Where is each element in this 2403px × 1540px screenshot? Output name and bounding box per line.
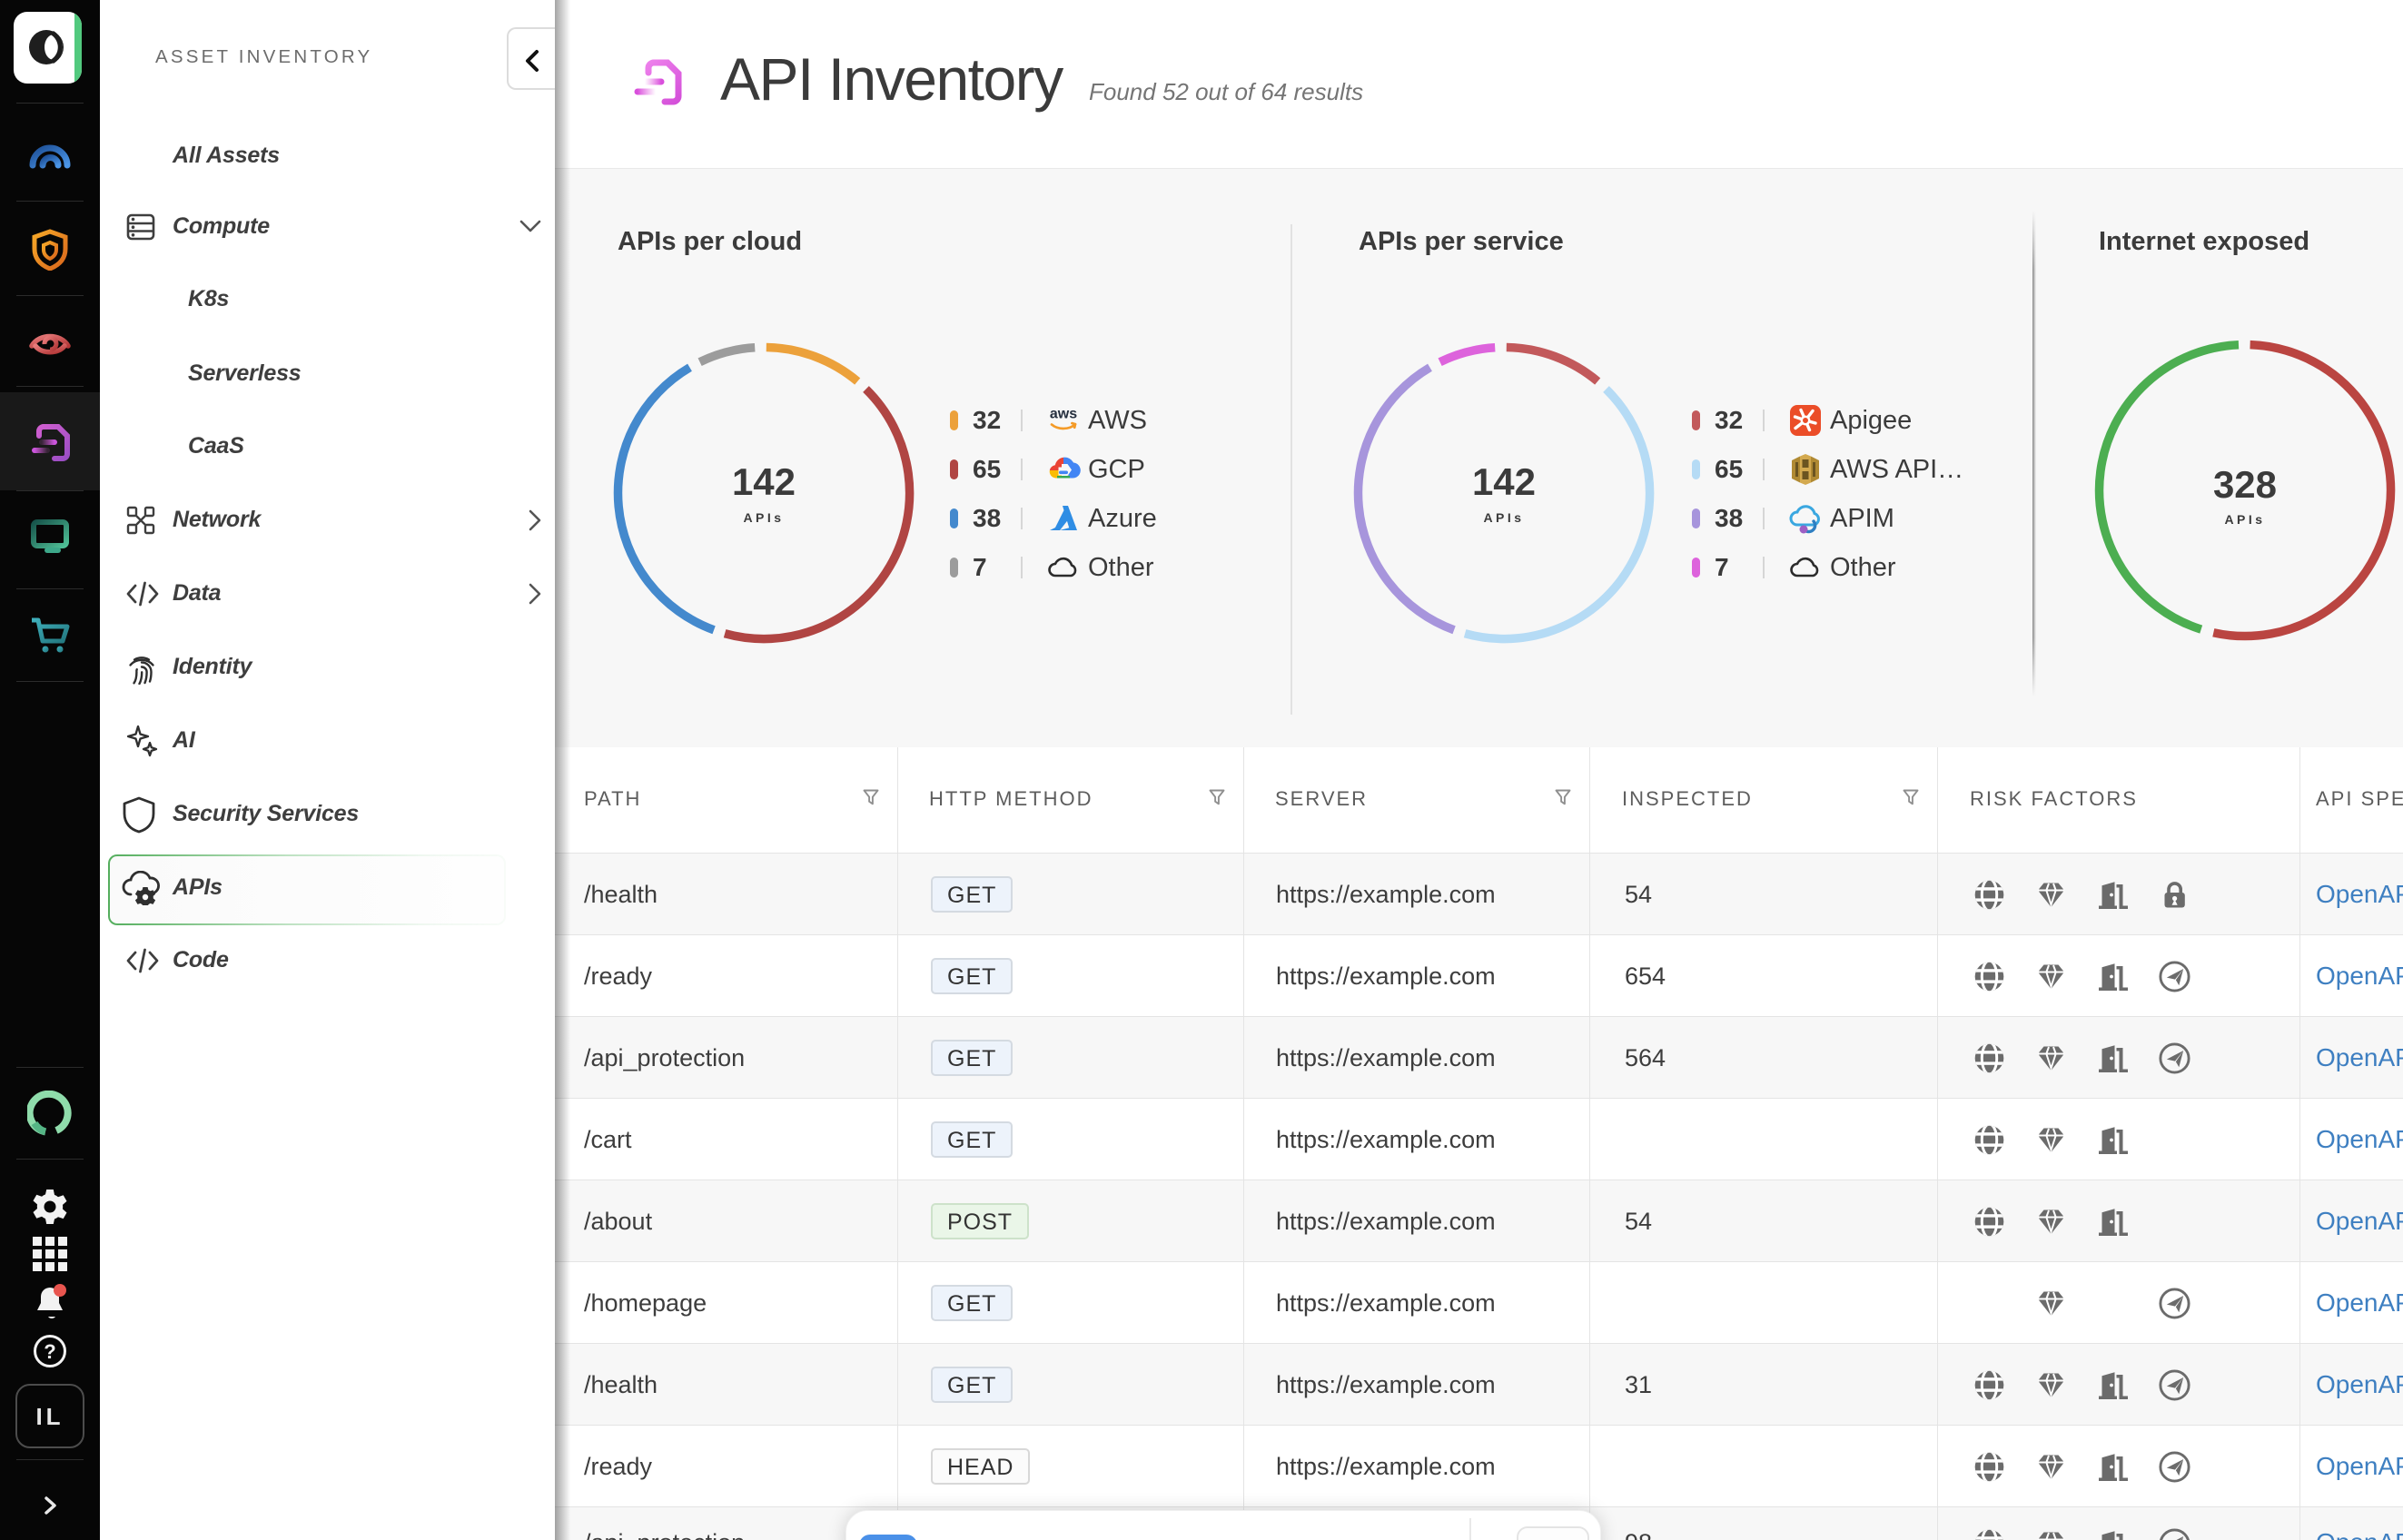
svg-text:?: ? (44, 1340, 55, 1363)
svg-text:aws: aws (1050, 407, 1077, 422)
